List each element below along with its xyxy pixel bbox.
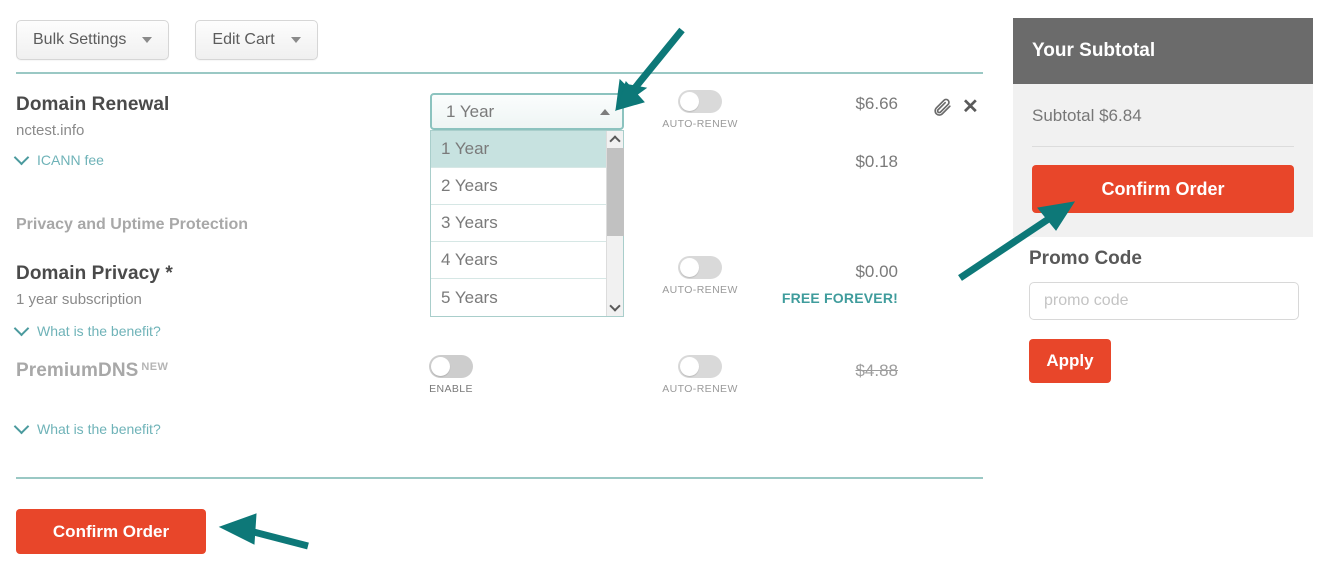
term-select[interactable]: 1 Year 1 Year 2 Years 3 Years 4 Years 5 … xyxy=(430,93,624,317)
privacy-benefit-disclosure[interactable]: What is the benefit? xyxy=(13,320,161,339)
cart-toolbar: Bulk Settings Edit Cart xyxy=(16,20,318,60)
chevron-up-icon xyxy=(600,108,610,115)
subtotal-title: Your Subtotal xyxy=(1032,40,1156,61)
scrollbar-thumb[interactable] xyxy=(606,148,624,236)
toggle-knob xyxy=(680,92,699,111)
apply-promo-button[interactable]: Apply xyxy=(1029,339,1111,383)
premiumdns-benefit-label: What is the benefit? xyxy=(37,421,161,437)
domain-privacy-title: Domain Privacy * xyxy=(16,263,173,284)
subtotal-panel: Your Subtotal Subtotal $6.84 Confirm Ord… xyxy=(1013,18,1313,237)
term-select-dropdown: 1 Year 2 Years 3 Years 4 Years 5 Years xyxy=(430,130,624,317)
bulk-settings-button[interactable]: Bulk Settings xyxy=(16,20,170,60)
domain-renewal-price: $6.66 xyxy=(855,94,898,113)
divider-top xyxy=(16,72,983,74)
scroll-down-arrow-icon[interactable] xyxy=(607,299,624,316)
domain-privacy-subscription: 1 year subscription xyxy=(16,291,142,308)
domain-renewal-title: Domain Renewal xyxy=(16,94,170,115)
scrollbar-track[interactable] xyxy=(606,148,624,299)
dropdown-scrollbar[interactable] xyxy=(606,131,624,316)
enable-toggle-premiumdns[interactable]: ENABLE xyxy=(406,355,496,395)
free-forever-badge: FREE FOREVER! xyxy=(781,290,898,306)
term-option-list: 1 Year 2 Years 3 Years 4 Years 5 Years xyxy=(431,131,606,316)
toggle-switch[interactable] xyxy=(678,256,722,279)
note-attachment-icon[interactable] xyxy=(932,97,952,122)
term-option[interactable]: 2 Years xyxy=(431,168,606,205)
subtotal-amount: Subtotal $6.84 xyxy=(1032,106,1142,125)
toggle-switch[interactable] xyxy=(678,90,722,113)
toggle-knob xyxy=(431,357,450,376)
chevron-down-icon xyxy=(290,37,301,43)
domain-privacy-row: Domain Privacy * 1 year subscription xyxy=(16,263,173,308)
privacy-section-heading: Privacy and Uptime Protection xyxy=(16,216,249,233)
auto-renew-label: AUTO-RENEW xyxy=(662,118,738,130)
remove-item-icon[interactable]: ✕ xyxy=(962,97,979,117)
scroll-up-arrow-icon[interactable] xyxy=(607,131,624,148)
checkout-page: Bulk Settings Edit Cart Domain Renewal n… xyxy=(0,0,1326,576)
auto-renew-toggle-renewal[interactable]: AUTO-RENEW xyxy=(655,90,745,130)
chevron-down-icon xyxy=(13,149,30,166)
icann-fee-disclosure[interactable]: ICANN fee xyxy=(13,149,104,168)
promo-code-label: Promo Code xyxy=(1029,248,1142,269)
confirm-order-button-sidebar[interactable]: Confirm Order xyxy=(1032,165,1294,213)
domain-renewal-row: Domain Renewal nctest.info xyxy=(16,94,169,139)
subtotal-divider xyxy=(1032,146,1294,147)
chevron-down-icon xyxy=(13,418,30,435)
subtotal-panel-body: Subtotal $6.84 Confirm Order xyxy=(1013,84,1313,237)
term-option[interactable]: 5 Years xyxy=(431,279,606,316)
term-option[interactable]: 3 Years xyxy=(431,205,606,242)
icann-fee-price: $0.18 xyxy=(855,152,898,171)
edit-cart-label: Edit Cart xyxy=(212,31,275,48)
premiumdns-title: PremiumDNS xyxy=(16,360,139,381)
domain-name: nctest.info xyxy=(16,122,85,139)
auto-renew-label: AUTO-RENEW xyxy=(662,383,738,395)
promo-code-section: Promo Code Apply xyxy=(1029,248,1299,383)
auto-renew-label: AUTO-RENEW xyxy=(662,284,738,296)
privacy-benefit-label: What is the benefit? xyxy=(37,323,161,339)
term-select-trigger[interactable]: 1 Year xyxy=(430,93,624,130)
bulk-settings-label: Bulk Settings xyxy=(33,31,127,48)
premiumdns-new-badge: NEW xyxy=(141,360,169,373)
chevron-down-icon xyxy=(142,37,153,43)
toggle-switch[interactable] xyxy=(429,355,473,378)
divider-bottom xyxy=(16,477,983,479)
annotation-arrow-confirm-order-bottom xyxy=(218,513,309,550)
domain-privacy-price: $0.00 xyxy=(855,262,898,281)
promo-code-input[interactable] xyxy=(1029,282,1299,320)
subtotal-panel-header: Your Subtotal xyxy=(1013,18,1313,84)
chevron-down-icon xyxy=(13,320,30,337)
toggle-knob xyxy=(680,357,699,376)
auto-renew-toggle-premiumdns[interactable]: AUTO-RENEW xyxy=(655,355,745,395)
premiumdns-benefit-disclosure[interactable]: What is the benefit? xyxy=(13,418,161,437)
icann-fee-label: ICANN fee xyxy=(37,152,104,168)
premiumdns-row: PremiumDNS NEW xyxy=(16,360,168,382)
confirm-order-button-bottom[interactable]: Confirm Order xyxy=(16,509,206,554)
term-option[interactable]: 1 Year xyxy=(431,131,606,168)
term-select-value: 1 Year xyxy=(446,101,495,121)
auto-renew-toggle-privacy[interactable]: AUTO-RENEW xyxy=(655,256,745,296)
premiumdns-price: $4.88 xyxy=(855,361,898,380)
toggle-knob xyxy=(680,258,699,277)
term-option[interactable]: 4 Years xyxy=(431,242,606,279)
toggle-switch[interactable] xyxy=(678,355,722,378)
edit-cart-button[interactable]: Edit Cart xyxy=(195,20,318,60)
enable-label: ENABLE xyxy=(429,383,473,395)
